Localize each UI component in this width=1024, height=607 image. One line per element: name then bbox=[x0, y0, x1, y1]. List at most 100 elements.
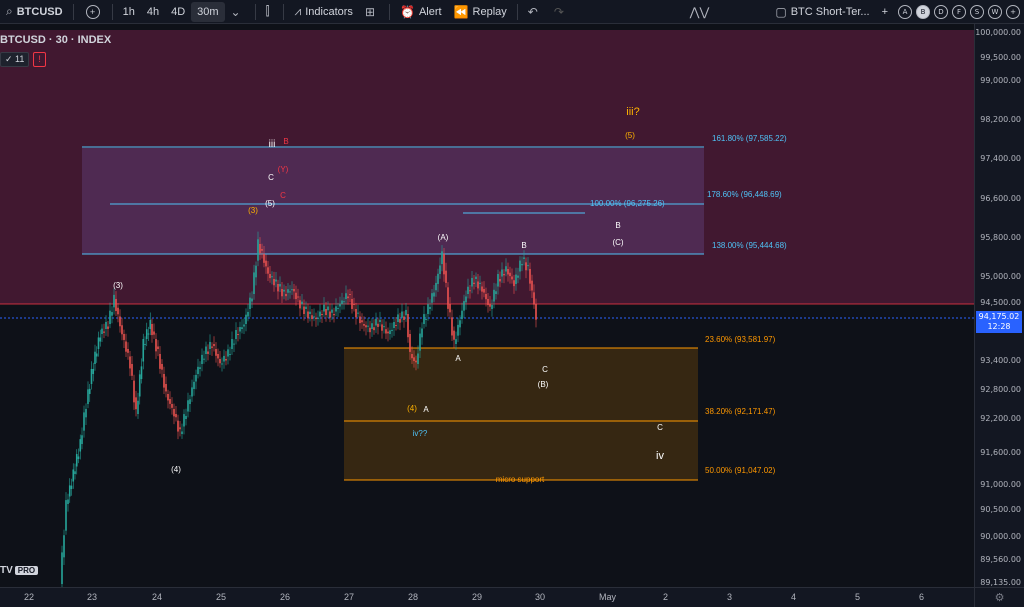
interval-4d[interactable]: 4D bbox=[165, 0, 191, 24]
price-tick: 97,400.00 bbox=[980, 154, 1021, 163]
wave-label[interactable]: (4) bbox=[407, 404, 417, 413]
add-layout-button[interactable]: + bbox=[876, 0, 894, 24]
candle-body bbox=[125, 341, 127, 352]
compare-button[interactable]: + bbox=[78, 0, 108, 24]
wave-label[interactable]: B bbox=[521, 241, 526, 250]
wave-label[interactable]: iv?? bbox=[413, 429, 428, 438]
wave-label[interactable]: (4) bbox=[171, 465, 181, 474]
layout-btn-d[interactable]: D bbox=[934, 4, 948, 19]
interval-1h[interactable]: 1h bbox=[117, 0, 141, 24]
wave-label[interactable]: (A) bbox=[438, 233, 449, 242]
wave-label[interactable]: (3) bbox=[248, 206, 258, 215]
redo-icon: ↷ bbox=[553, 4, 564, 19]
current-price-label: 94,175.02 12:28 bbox=[976, 311, 1022, 333]
price-axis[interactable]: 100,000.00 99,500.00 99,000.00 98,200.00 97,… bbox=[974, 24, 1024, 587]
badge-count[interactable]: ✓ 11 bbox=[0, 52, 30, 67]
candle-body bbox=[517, 275, 519, 278]
fib-label-178[interactable]: 178.60% (96,448.69) bbox=[707, 190, 782, 199]
candle-body bbox=[117, 307, 119, 315]
fib-label-23[interactable]: 23.60% (93,581.97) bbox=[705, 335, 776, 344]
candle-body bbox=[74, 471, 76, 474]
candle-body bbox=[497, 274, 499, 287]
fib-label-138[interactable]: 138.00% (95,444.68) bbox=[712, 241, 787, 250]
wave-label[interactable]: iv bbox=[656, 450, 664, 462]
wave-label[interactable]: B bbox=[283, 137, 288, 146]
wave-label[interactable]: (3) bbox=[113, 281, 123, 290]
alert-button[interactable]: ⏰ Alert bbox=[394, 0, 448, 24]
wave-label[interactable]: iii bbox=[269, 139, 276, 150]
wave-label[interactable]: B bbox=[615, 221, 620, 230]
layout-btn-a[interactable]: A bbox=[898, 4, 912, 19]
candle-body bbox=[67, 499, 69, 504]
candle-body bbox=[373, 327, 375, 331]
candle-body bbox=[133, 380, 135, 403]
candle-body bbox=[140, 366, 143, 379]
candle-body bbox=[263, 254, 265, 263]
wave-label[interactable]: C bbox=[268, 173, 274, 182]
redo-button[interactable]: ↷ bbox=[548, 0, 574, 24]
candle-body bbox=[315, 317, 317, 320]
chart-type-button[interactable]: ⫿ bbox=[260, 0, 280, 24]
candle-body bbox=[245, 314, 247, 324]
wave-label[interactable]: (5) bbox=[625, 131, 635, 140]
fib-label-38[interactable]: 38.20% (92,171.47) bbox=[705, 407, 776, 416]
candle-body bbox=[147, 333, 150, 335]
wave-label[interactable]: (Y) bbox=[278, 165, 289, 174]
time-tick: 29 bbox=[472, 592, 483, 602]
axis-settings-button[interactable]: ⚙ bbox=[974, 587, 1024, 607]
wave-label[interactable]: C bbox=[657, 423, 663, 432]
symbol-search[interactable]: ⌕ BTCUSD bbox=[0, 0, 69, 24]
candle-body bbox=[445, 270, 447, 283]
candle-body bbox=[413, 357, 415, 362]
candle-body bbox=[265, 260, 267, 267]
wave-label[interactable]: (5) bbox=[265, 199, 275, 208]
alert-badge[interactable]: ! bbox=[33, 52, 46, 67]
candle-body bbox=[493, 289, 495, 302]
candle-body bbox=[231, 339, 233, 349]
candle-body bbox=[449, 304, 451, 313]
layout-btn-s[interactable]: S bbox=[970, 4, 984, 19]
candle-body bbox=[525, 262, 527, 271]
wave-label[interactable]: (C) bbox=[612, 238, 623, 247]
layout-button[interactable]: ▢ BTC Short-Ter... bbox=[769, 0, 875, 24]
wave-label[interactable]: A bbox=[455, 354, 461, 363]
chart-pane[interactable]: 161.80% (97,585.22) 178.60% (96,448.69) 10… bbox=[0, 24, 974, 587]
wave-drawing-icon: ⋀⋁ bbox=[689, 4, 710, 19]
fib-label-161[interactable]: 161.80% (97,585.22) bbox=[712, 134, 787, 143]
indicators-button[interactable]: ⩘ Indicators bbox=[288, 0, 358, 24]
candle-body bbox=[83, 412, 85, 431]
candle-body bbox=[365, 325, 367, 328]
wave-label[interactable]: iii? bbox=[626, 106, 639, 118]
wave-label[interactable]: A bbox=[423, 405, 429, 414]
chart-title[interactable]: BTCUSD · 30 · INDEX bbox=[0, 34, 111, 46]
layout-btn-w[interactable]: W bbox=[988, 4, 1002, 19]
candle-body bbox=[155, 339, 157, 352]
undo-button[interactable]: ↶ bbox=[522, 0, 548, 24]
wave-label[interactable]: C bbox=[542, 365, 548, 374]
layout-btn-add[interactable]: + bbox=[1006, 4, 1020, 19]
interval-4h[interactable]: 4h bbox=[141, 0, 165, 24]
layout-btn-b[interactable]: B bbox=[916, 4, 930, 19]
candle-body bbox=[299, 300, 301, 309]
fib-label-100[interactable]: 100.00% (96,275.26) bbox=[590, 199, 665, 208]
wave-label[interactable]: C bbox=[280, 191, 286, 200]
interval-dropdown[interactable]: ⌄ bbox=[225, 0, 251, 24]
layout-btn-f[interactable]: F bbox=[952, 4, 966, 19]
templates-button[interactable]: ⊞ bbox=[359, 0, 385, 24]
drawing-wave-tool[interactable]: ⋀⋁ bbox=[684, 0, 720, 24]
wave-label[interactable]: (B) bbox=[538, 380, 549, 389]
candle-body bbox=[235, 330, 237, 339]
time-axis[interactable]: 22 23 24 25 26 27 28 29 30 May 2 3 4 5 6 bbox=[0, 587, 974, 607]
candle-body bbox=[163, 374, 165, 388]
candle-body bbox=[337, 308, 339, 310]
candle-body bbox=[351, 299, 353, 309]
interval-30m[interactable]: 30m bbox=[191, 1, 225, 22]
candle-body bbox=[435, 282, 437, 291]
fib-label-50[interactable]: 50.00% (91,047.02) bbox=[705, 466, 776, 475]
candle-body bbox=[437, 273, 439, 284]
replay-button[interactable]: ⏪ Replay bbox=[448, 0, 513, 24]
candle-body bbox=[333, 314, 335, 316]
candle-body bbox=[411, 354, 413, 359]
chart-canvas[interactable]: 161.80% (97,585.22) 178.60% (96,448.69) 10… bbox=[0, 24, 974, 587]
micro-support-label[interactable]: micro support bbox=[496, 475, 545, 484]
